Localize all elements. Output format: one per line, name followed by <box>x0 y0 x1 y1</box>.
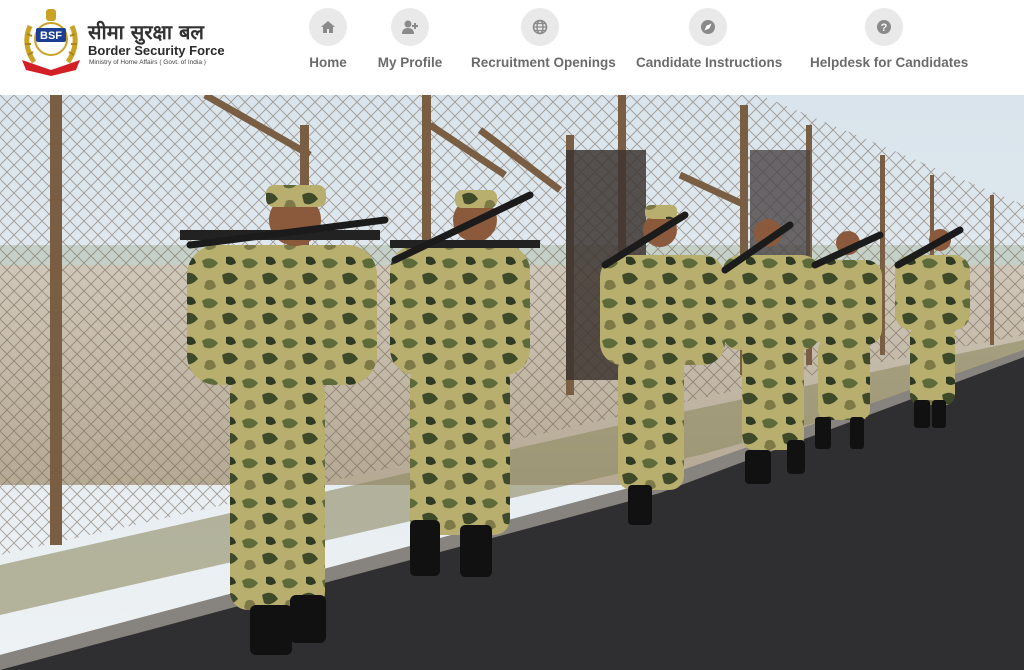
nav-label-home: Home <box>309 55 347 70</box>
user-plus-icon <box>402 20 418 34</box>
nav-item-my-profile[interactable]: My Profile <box>378 8 442 70</box>
bsf-emblem-icon: BSF <box>22 9 80 76</box>
svg-text:?: ? <box>881 22 888 34</box>
brand-ministry: Ministry of Home Affairs ( Govt. of Indi… <box>89 59 206 66</box>
bsf-logo[interactable]: BSF सीमा सुरक्षा बल Border Security Forc… <box>18 6 228 78</box>
border-patrol-photo <box>0 95 1024 670</box>
nav-label-candidate-instructions: Candidate Instructions <box>636 55 783 70</box>
nav-item-helpdesk[interactable]: ? Helpdesk for Candidates <box>810 8 968 70</box>
nav-label-helpdesk: Helpdesk for Candidates <box>810 55 969 70</box>
nav-label-recruitment-openings: Recruitment Openings <box>471 55 616 70</box>
brand-name: Border Security Force <box>88 43 225 58</box>
globe-icon <box>532 19 548 35</box>
nav-item-recruitment-openings[interactable]: Recruitment Openings <box>471 8 616 70</box>
nav-item-home[interactable]: Home <box>309 8 347 70</box>
home-icon <box>321 21 335 33</box>
hero-image <box>0 95 1024 670</box>
brand-name-hindi: सीमा सुरक्षा बल <box>88 20 204 44</box>
bsf-badge-text: BSF <box>40 30 62 42</box>
compass-icon <box>701 20 715 34</box>
question-icon: ? <box>877 20 891 34</box>
site-header: BSF सीमा सुरक्षा बल Border Security Forc… <box>0 0 1024 95</box>
nav-item-candidate-instructions[interactable]: Candidate Instructions <box>636 8 782 70</box>
nav-label-my-profile: My Profile <box>377 55 443 70</box>
